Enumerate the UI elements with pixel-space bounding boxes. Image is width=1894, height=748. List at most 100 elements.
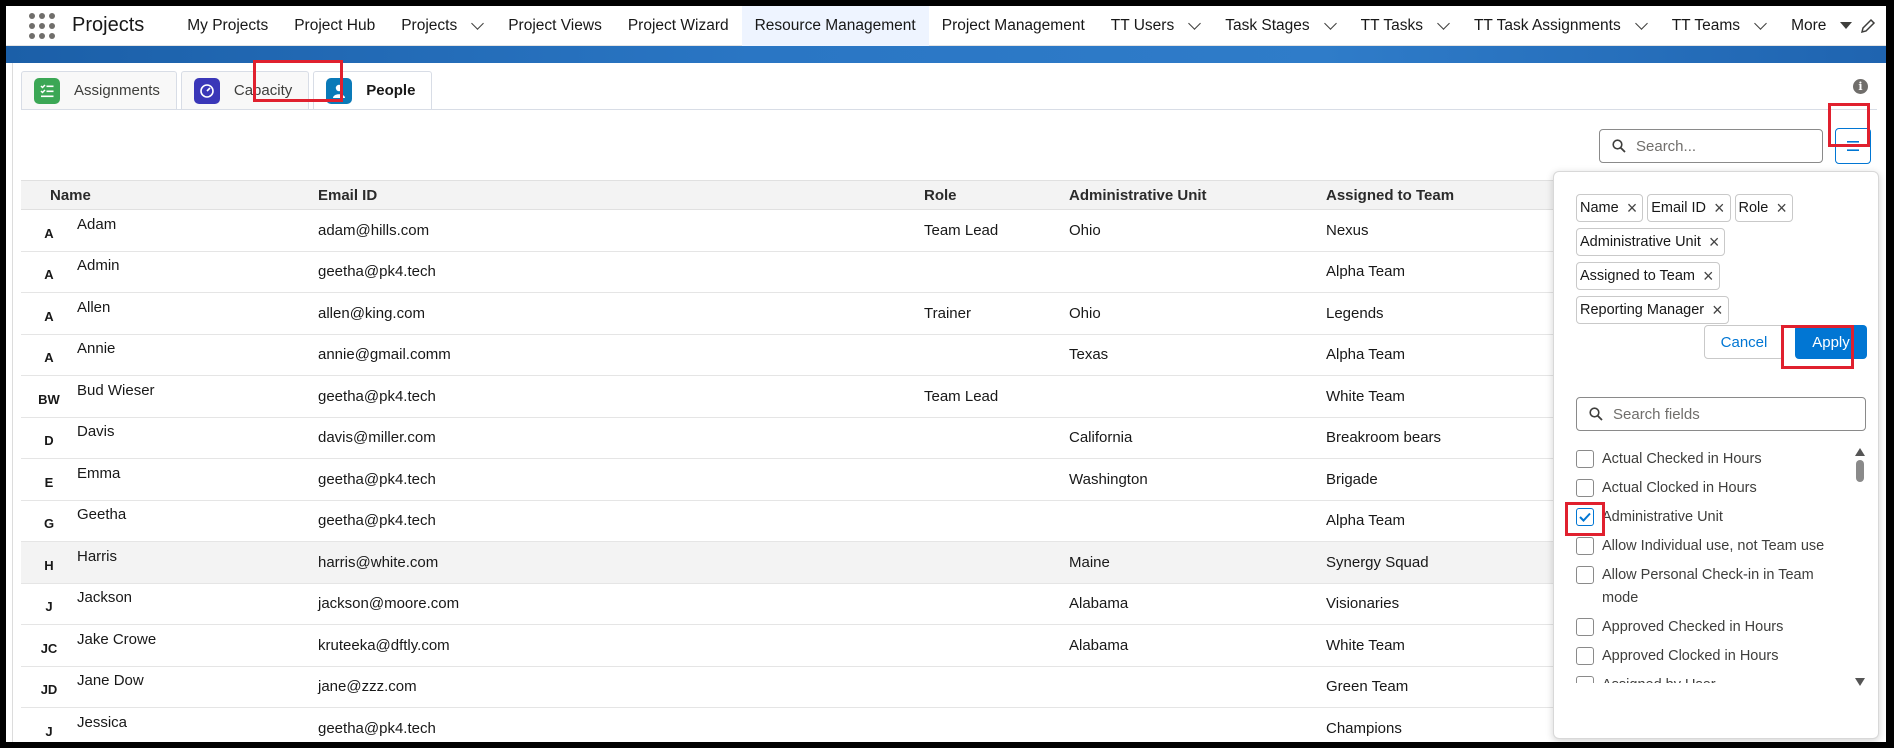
field-checkbox[interactable] bbox=[1576, 566, 1594, 584]
field-checkbox[interactable] bbox=[1576, 508, 1594, 526]
field-checkbox[interactable] bbox=[1576, 479, 1594, 497]
edit-nav-icon[interactable] bbox=[1860, 18, 1876, 34]
table-row[interactable]: J Jackson jackson@moore.com Alabama Visionar… bbox=[21, 584, 1561, 625]
table-row[interactable]: JD Jane Dow jane@zzz.com Green Team bbox=[21, 667, 1561, 708]
field-checkbox[interactable] bbox=[1576, 537, 1594, 555]
app-launcher-icon[interactable] bbox=[28, 12, 56, 40]
field-option[interactable]: Actual Clocked in Hours bbox=[1576, 477, 1846, 500]
field-list-scrollbar[interactable] bbox=[1854, 448, 1866, 686]
cancel-button[interactable]: Cancel bbox=[1704, 325, 1784, 359]
field-option[interactable]: Administrative Unit bbox=[1576, 506, 1846, 529]
tab-capacity[interactable]: Capacity bbox=[180, 71, 310, 109]
table-row[interactable]: A Admin geetha@pk4.tech Alpha Team bbox=[21, 252, 1561, 293]
table-row[interactable]: BW Bud Wieser geetha@pk4.tech Team Lead Whit… bbox=[21, 376, 1561, 418]
info-icon[interactable]: i bbox=[1853, 79, 1868, 94]
nav-item-label: Task Stages bbox=[1225, 16, 1310, 34]
nav-item-tt-task-assignments[interactable]: TT Task Assignments bbox=[1461, 6, 1659, 46]
column-menu-button[interactable] bbox=[1835, 128, 1871, 164]
field-checkbox[interactable] bbox=[1576, 647, 1594, 665]
cell-name: JC Jake Crowe bbox=[21, 625, 318, 666]
person-name[interactable]: Jane Dow bbox=[77, 672, 144, 689]
scroll-up-icon[interactable] bbox=[1855, 448, 1865, 456]
table-row[interactable]: D Davis davis@miller.com California Breakroo… bbox=[21, 418, 1561, 459]
table-row[interactable]: H Harris harris@white.com Maine Synergy Squa… bbox=[21, 542, 1561, 584]
nav-item-label: Project Hub bbox=[294, 16, 376, 34]
table-row[interactable]: A Adam adam@hills.com Team Lead Ohio Nexus bbox=[21, 210, 1561, 252]
remove-icon[interactable]: × bbox=[1709, 233, 1720, 251]
person-name[interactable]: Jake Crowe bbox=[77, 631, 156, 648]
field-checkbox[interactable] bbox=[1576, 618, 1594, 636]
person-name[interactable]: Harris bbox=[77, 548, 117, 565]
nav-item-resource-management[interactable]: Resource Management bbox=[741, 6, 929, 46]
field-option[interactable]: Allow Personal Check-in in Team mode bbox=[1576, 564, 1846, 610]
table-row[interactable]: E Emma geetha@pk4.tech Washington Brigade bbox=[21, 459, 1561, 501]
remove-icon[interactable]: × bbox=[1703, 267, 1714, 285]
nav-item-project-management[interactable]: Project Management bbox=[929, 6, 1098, 46]
search-input[interactable] bbox=[1636, 137, 1796, 155]
chevron-down-icon[interactable] bbox=[1437, 16, 1450, 30]
field-option[interactable]: Approved Checked in Hours bbox=[1576, 616, 1846, 639]
field-search[interactable] bbox=[1576, 397, 1866, 431]
person-name[interactable]: Bud Wieser bbox=[77, 382, 155, 399]
nav-item-label: Project Management bbox=[941, 16, 1085, 34]
nav-item-tt-users[interactable]: TT Users bbox=[1098, 6, 1212, 46]
cell-name: BW Bud Wieser bbox=[21, 376, 318, 417]
table-row[interactable]: J Jessica geetha@pk4.tech Champions bbox=[21, 708, 1561, 742]
cell-email: jackson@moore.com bbox=[318, 595, 460, 613]
nav-item-project-hub[interactable]: Project Hub bbox=[281, 6, 388, 46]
field-option[interactable]: Assigned by User bbox=[1576, 674, 1846, 683]
tab-people[interactable]: People bbox=[313, 71, 433, 109]
scroll-thumb[interactable] bbox=[1856, 460, 1864, 482]
person-name[interactable]: Adam bbox=[77, 216, 116, 233]
chevron-down-icon[interactable] bbox=[1188, 16, 1202, 30]
nav-item-project-views[interactable]: Project Views bbox=[495, 6, 615, 46]
field-label: Approved Checked in Hours bbox=[1602, 619, 1784, 635]
field-option[interactable]: Allow Individual use, not Team use bbox=[1576, 535, 1846, 558]
column-header-unit[interactable]: Administrative Unit bbox=[1069, 187, 1326, 204]
table-row[interactable]: A Allen allen@king.com Trainer Ohio Legends bbox=[21, 293, 1561, 335]
nav-item-tt-tasks[interactable]: TT Tasks bbox=[1348, 6, 1461, 46]
remove-icon[interactable]: × bbox=[1714, 199, 1725, 217]
person-name[interactable]: Admin bbox=[77, 257, 120, 274]
remove-icon[interactable]: × bbox=[1712, 301, 1723, 319]
apply-button[interactable]: Apply bbox=[1795, 325, 1867, 359]
chevron-down-icon[interactable] bbox=[1323, 16, 1337, 30]
field-option[interactable]: Approved Clocked in Hours bbox=[1576, 645, 1846, 668]
avatar-initials: G bbox=[43, 516, 55, 532]
table-row[interactable]: A Annie annie@gmail.comm Texas Alpha Team bbox=[21, 335, 1561, 376]
people-search[interactable] bbox=[1599, 129, 1823, 163]
nav-item-projects[interactable]: Projects bbox=[388, 6, 495, 46]
table-row[interactable]: G Geetha geetha@pk4.tech Alpha Team bbox=[21, 501, 1561, 542]
chevron-down-icon[interactable] bbox=[1634, 16, 1648, 30]
column-header-email[interactable]: Email ID bbox=[318, 187, 924, 204]
column-header-name[interactable]: Name bbox=[21, 181, 318, 209]
person-name[interactable]: Emma bbox=[77, 465, 120, 482]
chevron-down-icon[interactable] bbox=[1754, 16, 1767, 30]
person-name[interactable]: Jessica bbox=[77, 714, 127, 731]
scroll-down-icon[interactable] bbox=[1855, 678, 1865, 686]
field-search-input[interactable] bbox=[1613, 405, 1843, 423]
nav-more[interactable]: More bbox=[1778, 6, 1865, 46]
remove-icon[interactable]: × bbox=[1627, 199, 1638, 217]
nav-item-label: TT Task Assignments bbox=[1473, 16, 1621, 34]
nav-item-task-stages[interactable]: Task Stages bbox=[1212, 6, 1347, 46]
person-name[interactable]: Geetha bbox=[77, 506, 126, 523]
tab-assignments[interactable]: Assignments bbox=[21, 71, 177, 109]
person-name[interactable]: Jackson bbox=[77, 589, 132, 606]
chevron-down-icon[interactable] bbox=[471, 16, 485, 30]
pill-label: Email ID bbox=[1651, 200, 1706, 216]
nav-item-my-projects[interactable]: My Projects bbox=[174, 6, 281, 46]
table-row[interactable]: JC Jake Crowe kruteeka@dftly.com Alabama Whi… bbox=[21, 625, 1561, 667]
person-name[interactable]: Davis bbox=[77, 423, 115, 440]
remove-icon[interactable]: × bbox=[1776, 199, 1787, 217]
column-header-team[interactable]: Assigned to Team bbox=[1326, 187, 1561, 204]
person-name[interactable]: Annie bbox=[77, 340, 115, 357]
nav-item-project-wizard[interactable]: Project Wizard bbox=[615, 6, 742, 46]
field-checkbox[interactable] bbox=[1576, 450, 1594, 468]
nav-item-tt-teams[interactable]: TT Teams bbox=[1659, 6, 1778, 46]
cell-email: adam@hills.com bbox=[318, 221, 430, 239]
field-option[interactable]: Actual Checked in Hours bbox=[1576, 448, 1846, 471]
field-checkbox[interactable] bbox=[1576, 676, 1594, 683]
person-name[interactable]: Allen bbox=[77, 299, 110, 316]
column-header-role[interactable]: Role bbox=[924, 187, 1069, 204]
